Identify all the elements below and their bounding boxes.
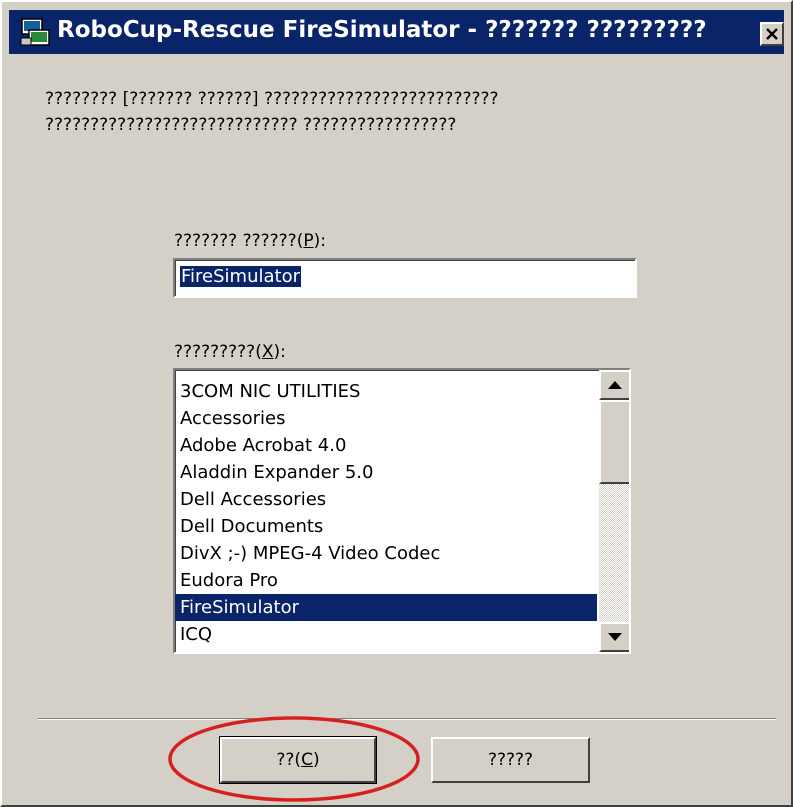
- close-icon: [766, 28, 778, 40]
- folder-list: 3COM NIC UTILITIES Accessories Adobe Acrob…: [175, 378, 597, 648]
- arrow-down-icon: [608, 633, 622, 641]
- close-button[interactable]: [760, 22, 784, 46]
- cancel-button[interactable]: ?????: [431, 737, 590, 783]
- program-name-input[interactable]: FireSimulator: [173, 258, 637, 298]
- list-item[interactable]: Dell Accessories: [175, 486, 597, 513]
- program-name-value: FireSimulator: [180, 266, 301, 287]
- arrow-up-icon: [608, 381, 622, 389]
- window-title: RoboCup-Rescue FireSimulator - ??????? ?…: [57, 17, 707, 43]
- list-item[interactable]: Accessories: [175, 405, 597, 432]
- create-shortcut-dialog: RoboCup-Rescue FireSimulator - ??????? ?…: [0, 0, 793, 807]
- vertical-scrollbar[interactable]: [599, 370, 629, 652]
- scroll-down-button[interactable]: [599, 622, 629, 652]
- scroll-up-button[interactable]: [599, 370, 629, 400]
- list-item[interactable]: DivX ;-) MPEG-4 Video Codec: [175, 540, 597, 567]
- list-item[interactable]: Eudora Pro: [175, 567, 597, 594]
- scroll-thumb[interactable]: [599, 400, 629, 484]
- ok-button[interactable]: ??(C): [219, 736, 377, 784]
- list-item[interactable]: 3COM NIC UTILITIES: [175, 378, 597, 405]
- instruction-line-2: ???????????????????????????? ???????????…: [45, 115, 457, 135]
- program-name-label: ??????? ??????(P):: [174, 231, 326, 251]
- instruction-line-1: ???????? [??????? ??????] ??????????????…: [45, 89, 499, 109]
- list-item[interactable]: Adobe Acrobat 4.0: [175, 432, 597, 459]
- list-item[interactable]: ICQ: [175, 621, 597, 648]
- folder-label: ?????????(X):: [174, 342, 286, 362]
- folder-listbox[interactable]: 3COM NIC UTILITIES Accessories Adobe Acrob…: [173, 368, 631, 654]
- list-item[interactable]: Dell Documents: [175, 513, 597, 540]
- title-bar[interactable]: RoboCup-Rescue FireSimulator - ??????? ?…: [9, 10, 784, 54]
- list-item[interactable]: FireSimulator: [175, 594, 597, 621]
- program-group-icon: [19, 16, 51, 48]
- separator: [38, 718, 776, 720]
- list-item[interactable]: Aladdin Expander 5.0: [175, 459, 597, 486]
- instruction-text: ???????? [??????? ??????] ??????????????…: [45, 86, 765, 138]
